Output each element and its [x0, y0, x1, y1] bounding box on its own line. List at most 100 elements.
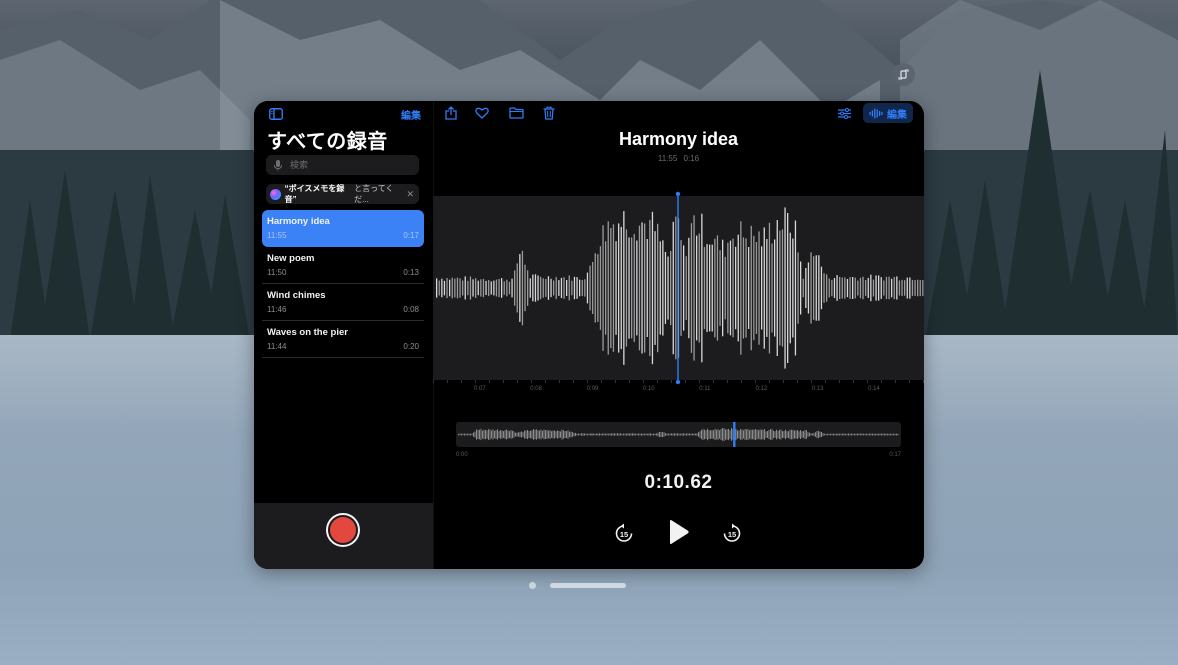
search-input[interactable] [288, 159, 412, 171]
recording-item[interactable]: Waves on the pier 11:44 0:20 [262, 321, 424, 358]
playhead-handle[interactable] [675, 191, 681, 197]
overview-bar [630, 433, 632, 436]
recording-item[interactable]: Harmony idea 11:55 0:17 [262, 210, 424, 247]
overview-start-time: 0:00 [456, 452, 468, 458]
skip-back-button[interactable]: 15 [613, 522, 635, 544]
recordings-list: Harmony idea 11:55 0:17 New poem 11:50 0… [262, 210, 424, 358]
window-resize-button[interactable] [892, 63, 915, 86]
overview-bar [645, 433, 647, 436]
recording-item[interactable]: New poem 11:50 0:13 [262, 247, 424, 284]
overview-bar [665, 433, 666, 436]
recording-name: Waves on the pier [267, 327, 348, 338]
svg-text:15: 15 [728, 530, 736, 539]
sidebar-toggle-button[interactable] [268, 107, 284, 121]
overview-bar [479, 429, 480, 440]
overview-bar [512, 430, 513, 439]
overview-bar [723, 428, 725, 441]
recording-duration: 0:08 [403, 305, 419, 314]
ruler-tick [489, 380, 490, 383]
options-button[interactable] [836, 106, 852, 120]
search-field[interactable] [266, 155, 419, 175]
ruler-label: 0:12 [755, 386, 768, 392]
recording-duration: 0:13 [403, 268, 419, 277]
overview-bar [735, 429, 737, 440]
overview-bar [542, 430, 543, 438]
ruler-tick [475, 380, 476, 383]
overview-bar [810, 433, 812, 436]
overview-bar [843, 433, 845, 436]
heart-icon [475, 107, 489, 119]
ruler-tick [545, 380, 546, 383]
window-grabber[interactable] [550, 583, 626, 588]
overview-bar [575, 432, 576, 437]
overview-bar [825, 433, 827, 436]
close-window-dot[interactable] [529, 582, 536, 589]
overview-bar [756, 429, 758, 440]
move-to-folder-button[interactable] [507, 105, 525, 121]
skip-forward-button[interactable]: 15 [721, 522, 743, 544]
overview-bar [566, 431, 567, 438]
overview-bar [516, 432, 518, 437]
overview-bar [488, 429, 489, 440]
overview-bar [477, 429, 479, 440]
siri-tip-banner[interactable]: “ボイスメモを録音” と言ってくだ... ✕ [266, 184, 419, 204]
overview-bar [693, 433, 695, 436]
play-button[interactable] [667, 518, 691, 546]
sidebar-edit-button[interactable]: 編集 [401, 107, 421, 122]
overview-bar [824, 433, 825, 436]
favorite-button[interactable] [474, 105, 490, 121]
overview-bar [729, 430, 731, 439]
overview-bar [801, 431, 803, 438]
ruler-tick [769, 380, 770, 383]
overview-bar [594, 433, 596, 436]
overview-bar [783, 430, 785, 438]
overview-bar [606, 433, 608, 436]
overview-bar [845, 433, 846, 436]
recording-name: New poem [267, 253, 315, 264]
overview-playhead[interactable] [733, 422, 736, 447]
ruler-tick [867, 380, 868, 383]
overview-bar [699, 431, 701, 438]
overview-bar [660, 432, 662, 437]
overview-bar [518, 432, 519, 437]
overview-bar [744, 429, 746, 440]
ruler-tick [657, 380, 658, 383]
overview-bar [582, 433, 584, 436]
microphone-icon[interactable] [272, 159, 284, 171]
overview-bar [765, 431, 767, 438]
recording-duration: 0:17 [403, 231, 419, 240]
edit-recording-button[interactable]: 編集 [863, 103, 913, 123]
overview-bar [881, 433, 882, 436]
record-button[interactable] [326, 513, 360, 547]
overview-bar [476, 429, 477, 440]
overview-bar [621, 433, 623, 436]
overview-bar [579, 433, 581, 436]
recording-name: Harmony idea [267, 216, 330, 227]
recording-time: 11:46 [267, 305, 287, 314]
overview-bar [713, 430, 714, 439]
play-icon [670, 520, 689, 544]
recording-item[interactable]: Wind chimes 11:46 0:08 [262, 284, 424, 321]
overview-scrubber[interactable] [456, 422, 901, 447]
overview-bar [549, 430, 551, 439]
overview-bar [573, 432, 575, 437]
close-icon[interactable]: ✕ [406, 189, 414, 200]
ruler-tick [461, 380, 462, 383]
overview-bar [458, 433, 459, 436]
overview-bar [560, 431, 561, 438]
ruler-tick [699, 380, 700, 383]
overview-bar [662, 432, 663, 437]
overview-bar [741, 429, 743, 440]
resize-icon [898, 69, 909, 80]
share-button[interactable] [443, 105, 459, 121]
ruler-tick [797, 380, 798, 383]
delete-button[interactable] [541, 105, 557, 121]
recorded-time: 11:55 [657, 154, 678, 163]
overview-bar [558, 431, 560, 438]
playhead[interactable] [433, 187, 924, 387]
overview-bar [519, 431, 521, 438]
options-icon [837, 107, 851, 119]
overview-bar [840, 433, 842, 436]
overview-bar [588, 433, 590, 436]
overview-bar [875, 433, 876, 436]
